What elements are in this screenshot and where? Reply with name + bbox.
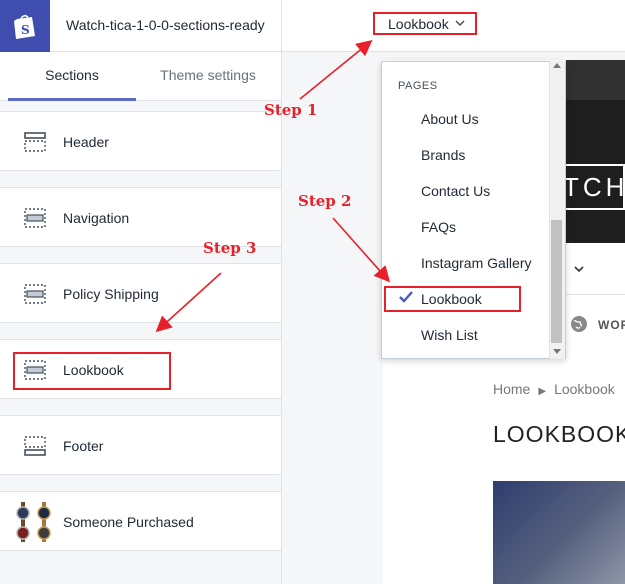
- caret-right-icon: ▶: [538, 386, 547, 397]
- section-label: Footer: [63, 438, 104, 454]
- section-icon: [24, 284, 46, 304]
- step3-label: Step 3: [203, 239, 257, 257]
- shopify-logo-icon[interactable]: S: [0, 0, 50, 52]
- editor-topbar: S Watch-tica-1-0-0-sections-ready: [0, 0, 281, 52]
- section-item-someone-purchased[interactable]: Someone Purchased: [0, 491, 281, 551]
- dropdown-item-brands[interactable]: Brands: [421, 147, 465, 163]
- tab-theme-settings[interactable]: Theme settings: [146, 67, 270, 83]
- step2-label: Step 2: [298, 192, 352, 210]
- navigation-section-icon: [24, 208, 46, 228]
- section-item-footer[interactable]: Footer: [0, 415, 281, 475]
- tab-sections[interactable]: Sections: [8, 67, 136, 83]
- section-label: Policy Shipping: [63, 286, 159, 302]
- section-item-header[interactable]: Header: [0, 111, 281, 171]
- dropdown-heading: PAGES: [398, 80, 438, 92]
- section-item-navigation[interactable]: Navigation: [0, 187, 281, 247]
- section-item-policy-shipping[interactable]: Policy Shipping: [0, 263, 281, 323]
- lookbook-hero-image: [493, 481, 625, 584]
- section-label: Navigation: [63, 210, 130, 226]
- scroll-down-arrow-icon[interactable]: [553, 349, 561, 354]
- step1-label: Step 1: [264, 101, 318, 119]
- theme-name: Watch-tica-1-0-0-sections-ready: [66, 17, 265, 33]
- section-label: Someone Purchased: [63, 514, 194, 530]
- dropdown-item-wish-list[interactable]: Wish List: [421, 327, 478, 343]
- header-section-icon: [24, 132, 46, 152]
- breadcrumb: Home ▶ Lookbook: [493, 381, 615, 397]
- active-tab-indicator: [8, 98, 136, 101]
- step3-highlight-box: [13, 352, 171, 390]
- chevron-down-icon[interactable]: [574, 262, 584, 276]
- dropdown-item-instagram-gallery[interactable]: Instagram Gallery: [421, 255, 531, 271]
- breadcrumb-current: Lookbook: [554, 381, 615, 397]
- page-title: LOOKBOOK: [493, 421, 625, 447]
- scrollbar-thumb[interactable]: [551, 220, 562, 343]
- footer-section-icon: [24, 436, 46, 456]
- step2-highlight-box: [384, 286, 521, 312]
- watches-thumbnail: [16, 502, 51, 542]
- step1-highlight-box: [373, 12, 477, 35]
- svg-text:S: S: [21, 23, 30, 37]
- globe-icon: [571, 316, 587, 332]
- editor-tabs: Sections Theme settings: [0, 52, 281, 101]
- dropdown-item-about-us[interactable]: About Us: [421, 111, 479, 127]
- store-topbar: [566, 60, 625, 100]
- scroll-up-arrow-icon[interactable]: [553, 63, 561, 68]
- section-label: Header: [63, 134, 109, 150]
- pages-dropdown: PAGES About Us Brands Contact Us FAQs In…: [381, 61, 566, 359]
- dropdown-item-contact-us[interactable]: Contact Us: [421, 183, 490, 199]
- dropdown-item-faqs[interactable]: FAQs: [421, 219, 456, 235]
- store-nav-item[interactable]: WOR: [598, 318, 625, 332]
- breadcrumb-home[interactable]: Home: [493, 381, 530, 397]
